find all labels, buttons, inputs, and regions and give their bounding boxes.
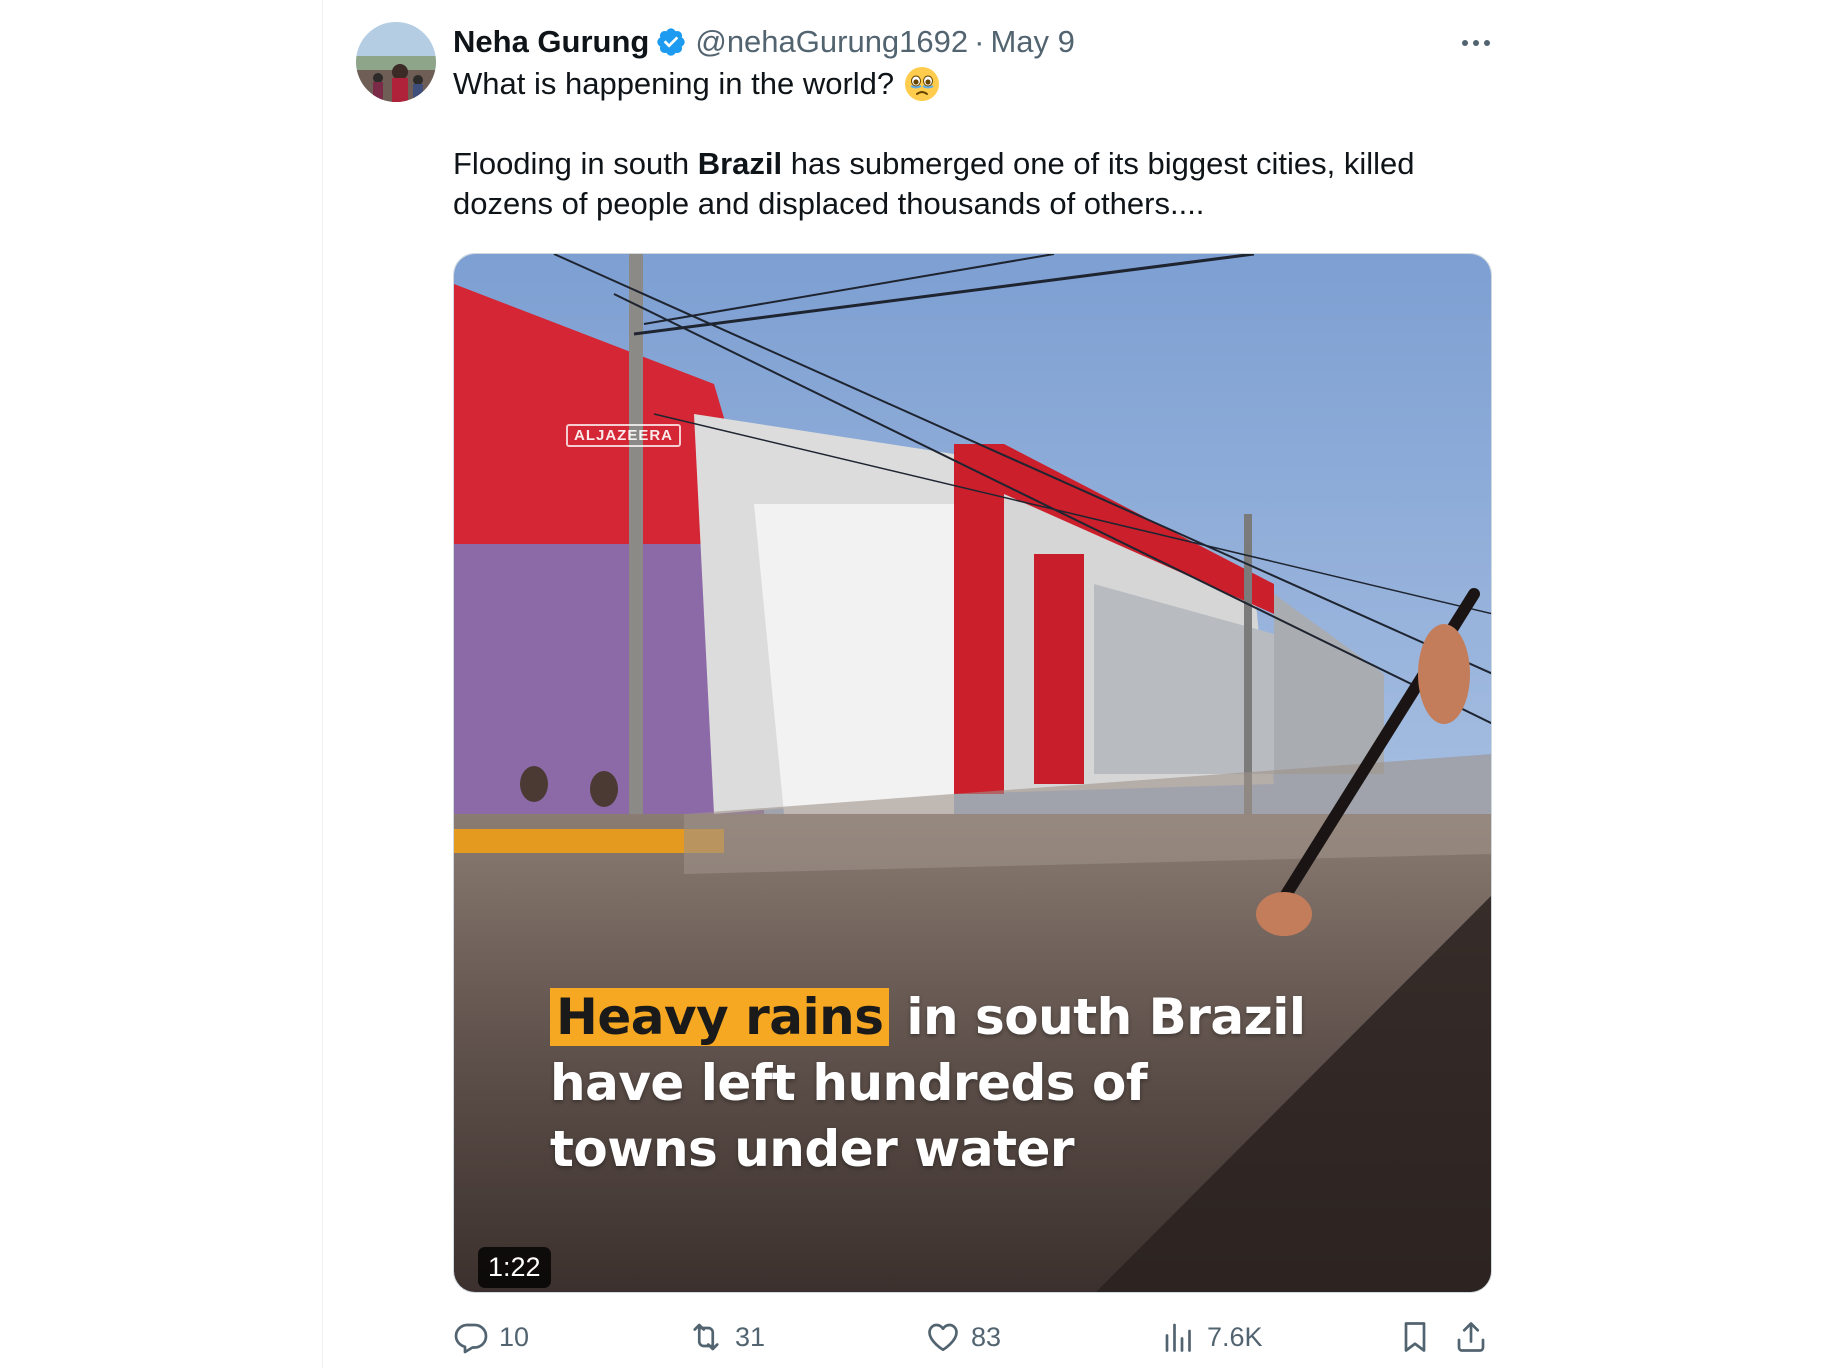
repost-icon [693, 1323, 719, 1351]
reply-button[interactable]: 10 [453, 1313, 529, 1361]
more-icon [1462, 40, 1490, 46]
caption-line1: in south Brazil [889, 988, 1306, 1046]
tweet[interactable]: Neha Gurung @nehaGurung1692 · May 9 What… [356, 22, 1496, 1368]
tweet-date[interactable]: May 9 [990, 24, 1074, 60]
bookmark-icon [1404, 1322, 1426, 1352]
video-player[interactable]: ALJAZEERA Heavy rains in south Brazil ha… [453, 253, 1492, 1293]
author-name[interactable]: Neha Gurung [453, 24, 649, 60]
bookmark-button[interactable] [1397, 1313, 1433, 1361]
repost-button[interactable]: 31 [687, 1313, 765, 1361]
repost-count: 31 [735, 1321, 766, 1352]
reply-count: 10 [499, 1321, 530, 1352]
view-count: 7.6K [1207, 1321, 1263, 1352]
tweet-text-line1: What is happening in the world? [453, 66, 895, 101]
tweet-text-paragraph: Flooding in south Brazil has submerged o… [453, 144, 1496, 224]
verified-badge-icon [655, 26, 687, 58]
like-count: 83 [971, 1321, 1002, 1352]
author-handle[interactable]: @nehaGurung1692 [695, 24, 968, 60]
reply-icon [454, 1323, 488, 1354]
tweet-text-part: Flooding in south [453, 146, 698, 181]
more-options-button[interactable] [1456, 26, 1496, 60]
views-chart-icon [1165, 1323, 1191, 1352]
aljazeera-watermark: ALJAZEERA [566, 424, 682, 447]
views-button[interactable]: 7.6K [1161, 1313, 1263, 1361]
video-duration: 1:22 [478, 1247, 551, 1288]
like-button[interactable]: 83 [925, 1313, 1001, 1361]
caption-line3: towns under water [550, 1120, 1075, 1178]
tweet-body: Neha Gurung @nehaGurung1692 · May 9 What… [453, 22, 1496, 224]
video-caption: Heavy rains in south Brazil have left hu… [550, 984, 1306, 1182]
heart-icon [928, 1323, 958, 1352]
tweet-text: What is happening in the world? Flooding… [453, 64, 1496, 224]
tweet-text-bold: Brazil [697, 146, 783, 181]
share-button[interactable] [1453, 1313, 1489, 1361]
caption-line2: have left hundreds of [550, 1054, 1148, 1112]
tweet-actions: 10 31 83 7.6K [453, 1313, 1496, 1361]
avatar[interactable] [356, 22, 436, 102]
share-icon [1457, 1322, 1485, 1352]
face-holding-back-tears-icon [904, 66, 940, 102]
header-separator: · [974, 24, 985, 59]
tweet-header: Neha Gurung @nehaGurung1692 · May 9 [453, 22, 1496, 62]
caption-highlight: Heavy rains [550, 988, 890, 1046]
timeline-left-border [322, 0, 323, 1368]
